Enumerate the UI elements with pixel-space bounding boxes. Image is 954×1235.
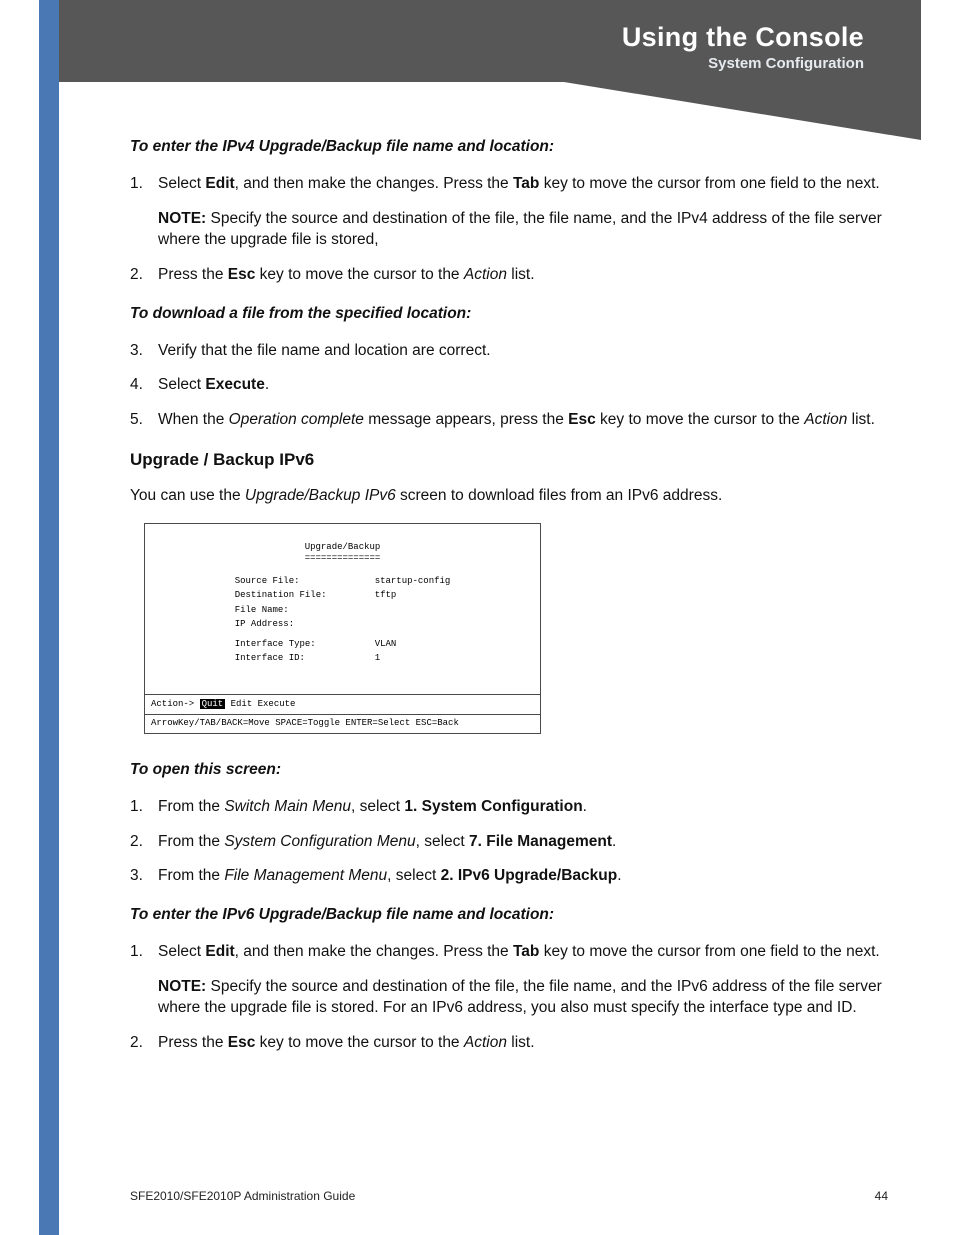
step-number: 1. [130, 797, 158, 818]
table-row: Destination File:tftp [227, 589, 459, 603]
step-body: Verify that the file name and location a… [158, 341, 888, 362]
heading-upgrade-backup-ipv6: Upgrade / Backup IPv6 [130, 449, 888, 472]
step-body: From the Switch Main Menu, select 1. Sys… [158, 797, 888, 818]
field-value: VLAN [367, 638, 459, 652]
steps-list: 3. Verify that the file name and locatio… [130, 341, 888, 432]
note: NOTE: Specify the source and destination… [158, 209, 888, 251]
step-number: 3. [130, 866, 158, 887]
field-value [367, 617, 459, 631]
step-number: 2. [130, 832, 158, 853]
step-number: 1. [130, 174, 158, 251]
field-label: Interface ID: [227, 652, 367, 666]
header-text: Using the Console System Configuration [622, 22, 864, 72]
step-number: 5. [130, 410, 158, 431]
console-selected-action: Quit [200, 699, 226, 709]
list-item: 2. Press the Esc key to move the cursor … [130, 1033, 888, 1054]
field-label: IP Address: [227, 617, 367, 631]
list-item: 3. Verify that the file name and locatio… [130, 341, 888, 362]
list-item: 5. When the Operation complete message a… [130, 410, 888, 431]
section-lead: To enter the IPv4 Upgrade/Backup file na… [130, 137, 888, 158]
intro-text: You can use the Upgrade/Backup IPv6 scre… [130, 486, 888, 507]
field-value [367, 603, 459, 617]
step-number: 4. [130, 375, 158, 396]
field-label: File Name: [227, 603, 367, 617]
console-action-bar: Action-> Quit Edit Execute [145, 695, 540, 715]
steps-list: 1. Select Edit, and then make the change… [130, 174, 888, 286]
section-lead: To download a file from the specified lo… [130, 304, 888, 325]
list-item: 3. From the File Management Menu, select… [130, 866, 888, 887]
step-body: Select Edit, and then make the changes. … [158, 942, 888, 1019]
field-label: Source File: [227, 575, 367, 589]
step-body: From the File Management Menu, select 2.… [158, 866, 888, 887]
step-number: 3. [130, 341, 158, 362]
content: To enter the IPv4 Upgrade/Backup file na… [130, 133, 888, 1072]
step-number: 1. [130, 942, 158, 1019]
footer-page-number: 44 [875, 1189, 888, 1203]
list-item: 2. Press the Esc key to move the cursor … [130, 265, 888, 286]
table-row: Interface Type:VLAN [227, 638, 459, 652]
step-body: Select Edit, and then make the changes. … [158, 174, 888, 251]
section-lead: To open this screen: [130, 760, 888, 781]
field-value: tftp [367, 589, 459, 603]
step-body: Press the Esc key to move the cursor to … [158, 265, 888, 286]
list-item: 1. Select Edit, and then make the change… [130, 174, 888, 251]
list-item: 2. From the System Configuration Menu, s… [130, 832, 888, 853]
list-item: 1. From the Switch Main Menu, select 1. … [130, 797, 888, 818]
console-title: Upgrade/Backup [155, 542, 530, 553]
step-body: From the System Configuration Menu, sele… [158, 832, 888, 853]
page-subtitle: System Configuration [622, 55, 864, 72]
field-label: Interface Type: [227, 638, 367, 652]
table-row: Source File:startup-config [227, 575, 459, 589]
footer: SFE2010/SFE2010P Administration Guide 44 [130, 1189, 888, 1203]
step-body: When the Operation complete message appe… [158, 410, 888, 431]
step-number: 2. [130, 1033, 158, 1054]
table-row: Interface ID:1 [227, 652, 459, 666]
table-row: File Name: [227, 603, 459, 617]
steps-list: 1. Select Edit, and then make the change… [130, 942, 888, 1054]
console-title-underline: ============== [155, 553, 530, 564]
footer-doc-title: SFE2010/SFE2010P Administration Guide [130, 1189, 355, 1203]
field-value: 1 [367, 652, 459, 666]
table-row: IP Address: [227, 617, 459, 631]
step-body: Select Execute. [158, 375, 888, 396]
field-value: startup-config [367, 575, 459, 589]
note: NOTE: Specify the source and destination… [158, 977, 888, 1019]
steps-list: 1. From the Switch Main Menu, select 1. … [130, 797, 888, 888]
step-number: 2. [130, 265, 158, 286]
list-item: 1. Select Edit, and then make the change… [130, 942, 888, 1019]
section-lead: To enter the IPv6 Upgrade/Backup file na… [130, 905, 888, 926]
console-fields: Source File:startup-config Destination F… [227, 575, 459, 667]
page: Using the Console System Configuration T… [0, 0, 954, 1235]
console-hint: ArrowKey/TAB/BACK=Move SPACE=Toggle ENTE… [145, 715, 540, 732]
step-body: Press the Esc key to move the cursor to … [158, 1033, 888, 1054]
console-screenshot: Upgrade/Backup ============== Source Fil… [144, 523, 541, 734]
console-inner: Upgrade/Backup ============== Source Fil… [145, 524, 540, 695]
left-accent-bar [39, 0, 59, 1235]
list-item: 4. Select Execute. [130, 375, 888, 396]
page-title: Using the Console [622, 22, 864, 53]
field-label: Destination File: [227, 589, 367, 603]
